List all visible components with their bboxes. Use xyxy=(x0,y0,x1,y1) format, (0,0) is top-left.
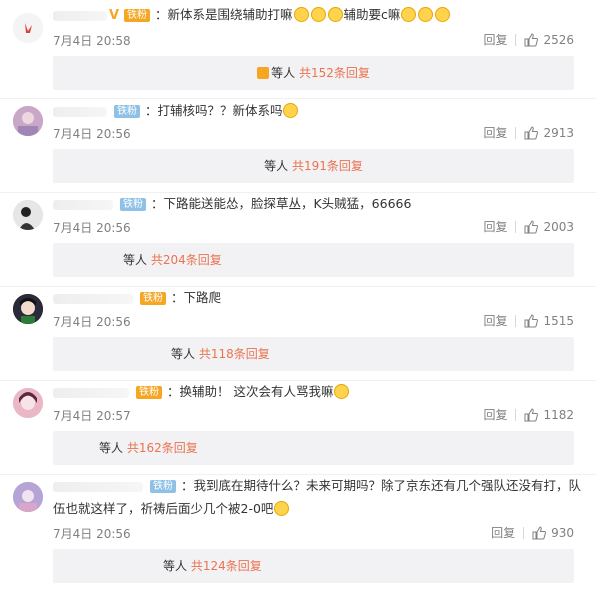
reply-button[interactable]: 回复 xyxy=(483,218,507,235)
divider xyxy=(515,220,517,233)
avatar[interactable] xyxy=(13,200,43,230)
comment-text-cont: 伍也就这样了，祈祷后面少几个被2-0吧 xyxy=(53,501,274,516)
divider xyxy=(515,408,517,421)
emoji-icon xyxy=(293,7,309,22)
more-replies-link[interactable]: 共118条回复 xyxy=(199,347,270,361)
reply-button[interactable]: 回复 xyxy=(483,31,507,48)
like-icon[interactable] xyxy=(524,219,539,234)
reply-button[interactable]: 回复 xyxy=(483,312,507,329)
more-replies-link[interactable]: 共124条回复 xyxy=(191,559,262,573)
emoji-icon xyxy=(283,103,299,118)
more-replies-link[interactable]: 共152条回复 xyxy=(299,66,370,80)
divider xyxy=(515,126,517,139)
divider xyxy=(515,314,517,327)
sub-replies-prefix: 等人 xyxy=(123,253,148,267)
sub-replies-prefix: 等人 xyxy=(99,441,124,455)
like-icon[interactable] xyxy=(524,32,539,47)
comment-text: ：换辅助！ 这次会有人骂我嘛 xyxy=(166,384,334,399)
sub-replies-prefix: 等人 xyxy=(163,559,188,573)
username[interactable] xyxy=(53,10,107,21)
reply-button[interactable]: 回复 xyxy=(483,406,507,423)
divider xyxy=(0,98,596,99)
avatar[interactable] xyxy=(13,106,43,136)
comment-text: ：新体系是围绕辅助打嘛 xyxy=(155,7,293,22)
divider xyxy=(0,192,596,193)
like-icon[interactable] xyxy=(524,313,539,328)
comment-text: ：下路爬 xyxy=(170,290,221,305)
sub-replies-prefix: 等人 xyxy=(264,159,289,173)
emoji-icon xyxy=(401,7,417,22)
avatar[interactable] xyxy=(13,388,43,418)
comment-text: ：打辅核吗？？新体系吗 xyxy=(144,103,283,118)
divider xyxy=(523,526,525,539)
username[interactable] xyxy=(53,106,107,117)
username[interactable] xyxy=(53,481,143,492)
sub-replies-bar[interactable]: 等人 共152条回复 xyxy=(53,56,574,90)
sub-replies-bar[interactable]: 等人 共162条回复 xyxy=(53,431,574,465)
reply-button[interactable]: 回复 xyxy=(483,124,507,141)
like-icon[interactable] xyxy=(524,407,539,422)
divider xyxy=(0,380,596,381)
reply-button[interactable]: 回复 xyxy=(491,524,515,541)
divider xyxy=(0,286,596,287)
username[interactable] xyxy=(53,293,133,304)
emoji-icon xyxy=(418,7,434,22)
comment-time: 7月4日 20:56 xyxy=(53,127,131,141)
verified-icon: V xyxy=(109,8,120,23)
username[interactable] xyxy=(53,199,113,210)
avatar[interactable] xyxy=(13,294,43,324)
avatar[interactable] xyxy=(13,482,43,512)
emoji-icon xyxy=(327,7,343,22)
emoji-icon xyxy=(310,7,326,22)
like-count: 930 xyxy=(551,525,574,540)
sub-replies-prefix: 等人 xyxy=(271,66,296,80)
like-count: 1182 xyxy=(543,407,574,422)
sub-replies-bar[interactable]: 等人 共118条回复 xyxy=(53,337,574,371)
comment-text: ：我到底在期待什么？未来可期吗？除了京东还有几个强队还没有打，队 xyxy=(180,478,581,493)
emoji-icon xyxy=(274,501,290,516)
divider xyxy=(515,33,517,46)
fan-badge: 铁粉 xyxy=(139,292,166,305)
more-replies-link[interactable]: 共204条回复 xyxy=(151,253,222,267)
comment-time: 7月4日 20:56 xyxy=(53,221,131,235)
comment-text: ：下路能送能怂，脸探草丛，K头贼猛，66666 xyxy=(150,196,412,211)
gift-icon xyxy=(257,67,270,79)
more-replies-link[interactable]: 共162条回复 xyxy=(127,441,198,455)
like-count: 2526 xyxy=(543,32,574,47)
emoji-icon xyxy=(435,7,451,22)
sub-replies-bar[interactable]: 等人 共124条回复 xyxy=(53,549,574,583)
comment-time: 7月4日 20:56 xyxy=(53,315,131,329)
more-replies-link[interactable]: 共191条回复 xyxy=(292,159,363,173)
fan-badge: 铁粉 xyxy=(149,480,176,493)
like-count: 1515 xyxy=(543,313,574,328)
sub-replies-bar[interactable]: 等人 共191条回复 xyxy=(53,149,574,183)
fan-badge: 铁粉 xyxy=(124,9,151,22)
like-icon[interactable] xyxy=(532,525,547,540)
like-count: 2913 xyxy=(543,125,574,140)
avatar[interactable] xyxy=(13,13,43,43)
sub-replies-prefix: 等人 xyxy=(171,347,196,361)
comment-time: 7月4日 20:56 xyxy=(53,527,131,541)
divider xyxy=(0,474,596,475)
comment-text-cont: 辅助要c嘛 xyxy=(343,7,401,22)
like-count: 2003 xyxy=(543,219,574,234)
fan-badge: 铁粉 xyxy=(113,105,140,118)
emoji-icon xyxy=(334,384,350,399)
sub-replies-bar[interactable]: 等人 共204条回复 xyxy=(53,243,574,277)
like-icon[interactable] xyxy=(524,125,539,140)
username[interactable] xyxy=(53,387,129,398)
comment-time: 7月4日 20:57 xyxy=(53,409,131,423)
fan-badge: 铁粉 xyxy=(135,386,162,399)
fan-badge: 铁粉 xyxy=(119,198,146,211)
comment-time: 7月4日 20:58 xyxy=(53,34,131,48)
